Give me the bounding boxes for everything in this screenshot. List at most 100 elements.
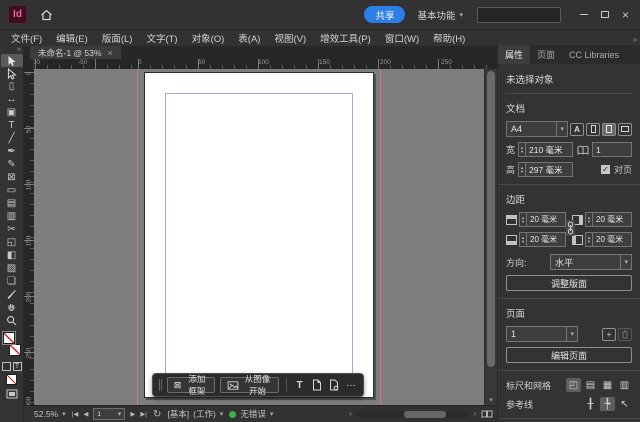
page-tool-icon[interactable]: ▯	[1, 80, 23, 93]
scroll-right-icon[interactable]: ›	[474, 411, 476, 418]
add-page-icon[interactable]: +	[602, 327, 616, 341]
edit-page-button[interactable]: 编辑页面	[506, 347, 632, 363]
margin-bottom-field[interactable]: 20 毫米	[526, 232, 566, 247]
gap-tool-icon[interactable]: ↔	[1, 93, 23, 106]
more-options-icon[interactable]: ···	[345, 377, 357, 393]
add-frame-button[interactable]: ⊠ 添加框架	[166, 374, 216, 396]
scrollbar-thumb[interactable]	[487, 71, 495, 367]
layout-grid-icon[interactable]: ▥	[617, 378, 632, 392]
direct-selection-tool-icon[interactable]	[1, 67, 23, 80]
smart-guides-icon[interactable]: ↖	[617, 397, 632, 411]
menu-item-plugins[interactable]: 增效工具(P)	[313, 31, 378, 45]
share-button[interactable]: 共享	[364, 6, 406, 23]
guides-icon[interactable]: ╂	[583, 397, 598, 411]
zoom-tool-icon[interactable]	[1, 314, 23, 327]
formatting-text-icon[interactable]: T	[12, 362, 22, 371]
gradient-swatch-tool-icon[interactable]: ◧	[1, 249, 23, 262]
lock-guides-icon[interactable]: ╄	[600, 397, 615, 411]
first-page-button[interactable]: |◀	[72, 410, 79, 418]
page-settings-button[interactable]	[328, 377, 340, 393]
type-tool-icon[interactable]: T	[1, 119, 23, 132]
orientation-portrait-icon[interactable]	[586, 122, 600, 136]
horizontal-grid-tool-icon[interactable]: ▤	[1, 197, 23, 210]
margin-outside-stepper[interactable]: ▲ ▼	[585, 212, 592, 227]
horizontal-scrollbar[interactable]	[356, 410, 469, 418]
zoom-level-select[interactable]: 52.5% ▾	[34, 409, 66, 419]
scissors-tool-icon[interactable]: ✂	[1, 223, 23, 236]
rulers-icon[interactable]: ◰	[566, 378, 581, 392]
new-page-button[interactable]	[311, 377, 323, 393]
collapse-tools-icon[interactable]: »	[0, 46, 23, 54]
margin-bottom-stepper[interactable]: ▲ ▼	[519, 232, 526, 247]
add-text-button[interactable]: T	[293, 377, 305, 393]
menu-item-help[interactable]: 帮助(H)	[426, 31, 472, 45]
margin-top-field[interactable]: 20 毫米	[526, 212, 566, 227]
menu-item-layout[interactable]: 版面(L)	[95, 31, 140, 45]
content-collector-tool-icon[interactable]: ▣	[1, 106, 23, 119]
taskbar-drag-handle[interactable]	[159, 379, 162, 391]
menu-item-table[interactable]: 表(A)	[231, 31, 267, 45]
selection-tool-icon[interactable]	[0, 54, 23, 67]
close-tab-icon[interactable]: ×	[107, 48, 112, 58]
rectangle-frame-tool-icon[interactable]: ⊠	[1, 171, 23, 184]
menu-item-edit[interactable]: 编辑(E)	[49, 31, 95, 45]
current-page-select[interactable]: 1 ▾	[506, 326, 578, 342]
margin-inside-field[interactable]: 20 毫米	[592, 232, 632, 247]
adjust-layout-button[interactable]: 调整版面	[506, 275, 632, 291]
stroke-swatch-icon[interactable]	[8, 344, 21, 356]
formatting-container-icon[interactable]	[1, 362, 11, 371]
previous-page-button[interactable]: ◀	[83, 410, 88, 418]
next-page-button[interactable]: ▶	[130, 410, 135, 418]
vertical-ruler[interactable]: 0 50 100 150 200 250 300	[24, 69, 34, 405]
width-field[interactable]: 210 毫米	[525, 142, 573, 157]
vertical-scrollbar[interactable]: ▾	[484, 69, 497, 405]
margin-inside-stepper[interactable]: ▲ ▼	[585, 232, 592, 247]
preflight-profile-select[interactable]: [基本] (工作) ▾	[167, 408, 223, 420]
menu-item-type[interactable]: 文字(T)	[139, 31, 184, 45]
gradient-feather-tool-icon[interactable]: ▨	[1, 262, 23, 275]
menu-item-view[interactable]: 视图(V)	[267, 31, 313, 45]
scrollbar-thumb[interactable]	[403, 410, 446, 418]
ruler-origin-corner[interactable]	[24, 59, 34, 69]
rectangle-tool-icon[interactable]: ▭	[1, 184, 23, 197]
margin-top-stepper[interactable]: ▲ ▼	[519, 212, 526, 227]
line-tool-icon[interactable]: ╱	[1, 132, 23, 145]
height-stepper[interactable]: ▲ ▼	[518, 162, 525, 177]
close-icon[interactable]: ×	[615, 6, 636, 24]
pen-tool-icon[interactable]: ✒	[1, 145, 23, 158]
tab-pages[interactable]: 页面	[530, 45, 562, 64]
page-size-select[interactable]: A4 ▾	[506, 121, 568, 137]
screen-mode-icon[interactable]	[6, 389, 18, 399]
minimize-icon[interactable]	[573, 6, 594, 24]
tab-cc-libraries[interactable]: CC Libraries	[562, 45, 626, 64]
fill-swatch-icon[interactable]	[1, 331, 16, 345]
apply-none-swatch-icon[interactable]	[6, 374, 17, 385]
pasteboard[interactable]: ⊠ 添加框架 从图像开始 T ···	[34, 69, 484, 405]
orientation-landscape-icon[interactable]	[602, 122, 616, 136]
link-margins-icon[interactable]	[566, 220, 575, 236]
eyedropper-tool-icon[interactable]	[1, 288, 23, 301]
start-from-image-button[interactable]: 从图像开始	[220, 374, 279, 396]
menu-item-object[interactable]: 对象(O)	[185, 31, 232, 45]
tab-properties[interactable]: 属性	[498, 45, 531, 64]
menu-item-window[interactable]: 窗口(W)	[378, 31, 426, 45]
maximize-icon[interactable]	[594, 6, 615, 24]
workspace-switcher[interactable]: 基本功能 ▾	[417, 8, 463, 22]
page-number-select[interactable]: 1 ▾	[93, 408, 126, 420]
spread-view-icon[interactable]	[481, 410, 493, 418]
binding-direction-icon[interactable]	[618, 122, 632, 136]
width-stepper[interactable]: ▲ ▼	[518, 142, 525, 157]
preflight-menu-icon[interactable]: ↻	[153, 409, 161, 420]
pencil-tool-icon[interactable]: ✎	[1, 158, 23, 171]
hand-tool-icon[interactable]	[1, 301, 23, 314]
menu-item-file[interactable]: 文件(F)	[4, 31, 49, 45]
height-field[interactable]: 297 毫米	[525, 162, 573, 177]
search-input[interactable]	[477, 6, 561, 23]
note-tool-icon[interactable]: ❏	[1, 275, 23, 288]
vertical-grid-tool-icon[interactable]: ▥	[1, 210, 23, 223]
margin-outside-field[interactable]: 20 毫米	[592, 212, 632, 227]
horizontal-ruler[interactable]: -100-50050100150200250300	[34, 59, 497, 69]
fill-stroke-swatches[interactable]	[1, 330, 23, 360]
last-page-button[interactable]: ▶|	[140, 410, 147, 418]
free-transform-tool-icon[interactable]: ◱	[1, 236, 23, 249]
